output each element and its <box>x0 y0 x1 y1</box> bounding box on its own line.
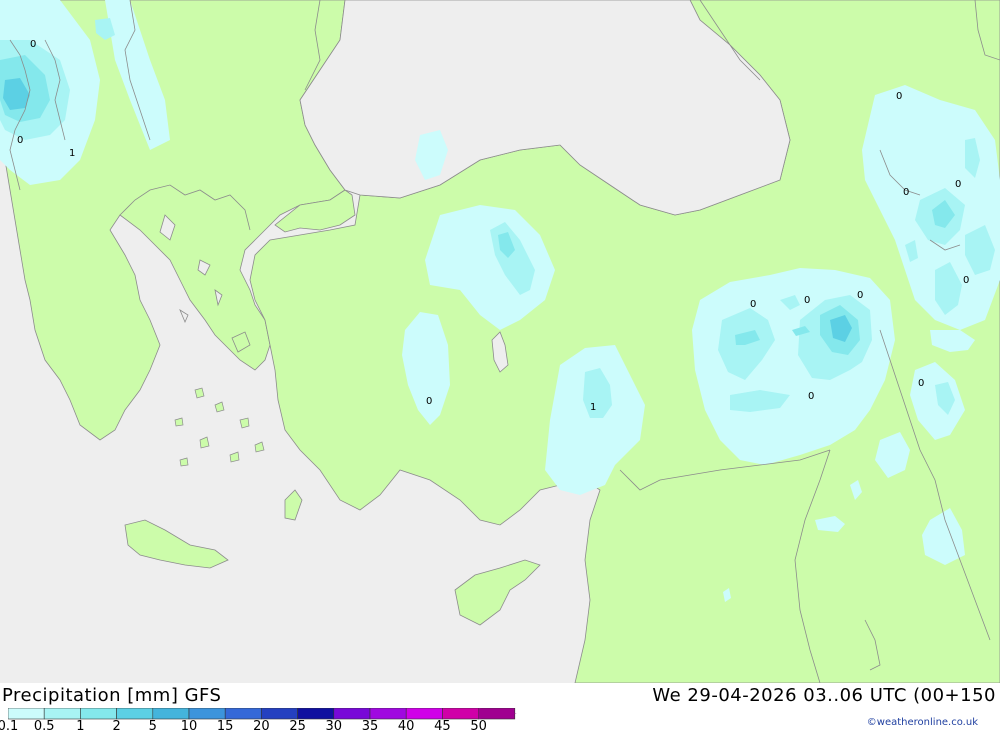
legend-swatch <box>8 708 45 720</box>
map-label: 0 <box>804 295 810 306</box>
map-label: 0 <box>857 290 863 301</box>
map-label: 0 <box>17 135 23 146</box>
map-label: 0 <box>918 378 924 389</box>
map-label: 1 <box>590 402 596 413</box>
legend-tick-label: 1 <box>76 719 85 734</box>
legend-swatch <box>261 708 298 720</box>
legend-swatch <box>442 708 479 720</box>
legend-swatch <box>80 708 117 720</box>
map-label: 0 <box>426 396 432 407</box>
map-footer: Precipitation [mm] GFS We 29-04-2026 03.… <box>0 683 1000 734</box>
legend-swatch <box>224 708 262 720</box>
legend-swatch <box>152 708 190 720</box>
credit-text: ©weatheronline.co.uk <box>866 717 978 728</box>
map-label: 0 <box>955 179 961 190</box>
legend-swatch <box>333 708 371 720</box>
legend-swatch <box>405 708 443 720</box>
map-label: 0 <box>808 391 814 402</box>
precipitation-map: 0 0 1 0 0 0 1 0 0 0 0 0 0 0 <box>0 0 1000 683</box>
legend-tick-label: 0.5 <box>33 719 55 734</box>
map-label: 1 <box>69 148 75 159</box>
map-label: 0 <box>896 91 902 102</box>
legend-tick-label: 25 <box>289 719 306 734</box>
legend-tick-label: 35 <box>361 719 379 734</box>
legend-swatch <box>116 708 154 720</box>
legend-tick-label: 15 <box>216 719 234 734</box>
legend-tick-label: 5 <box>148 719 157 734</box>
legend-tick-label: 30 <box>325 719 343 734</box>
legend-tick-label: 40 <box>397 719 415 734</box>
legend-tick-label: 10 <box>180 719 198 734</box>
legend-swatch <box>43 708 81 720</box>
legend-tick-label: 20 <box>253 719 270 734</box>
map-label: 0 <box>30 39 36 50</box>
legend-tick-label: 50 <box>470 719 487 734</box>
map-title: Precipitation [mm] GFS <box>2 685 222 706</box>
legend-ticks: 0.1 0.5 1 2 5 10 15 20 25 30 35 40 45 50 <box>0 719 520 734</box>
legend-tick-label: 2 <box>112 719 121 734</box>
map-label: 0 <box>903 187 909 198</box>
map-canvas: 0 0 1 0 0 0 1 0 0 0 0 0 0 0 <box>0 0 1000 683</box>
map-label: 0 <box>963 275 969 286</box>
legend-tick-label: 0.1 <box>0 719 19 734</box>
legend-swatch <box>188 708 226 720</box>
legend-swatch <box>297 708 335 720</box>
legend-swatch <box>369 708 407 720</box>
legend-tick-label: 45 <box>434 719 451 734</box>
map-label: 0 <box>750 299 756 310</box>
map-datetime: We 29-04-2026 03..06 UTC (00+150 <box>652 685 996 706</box>
